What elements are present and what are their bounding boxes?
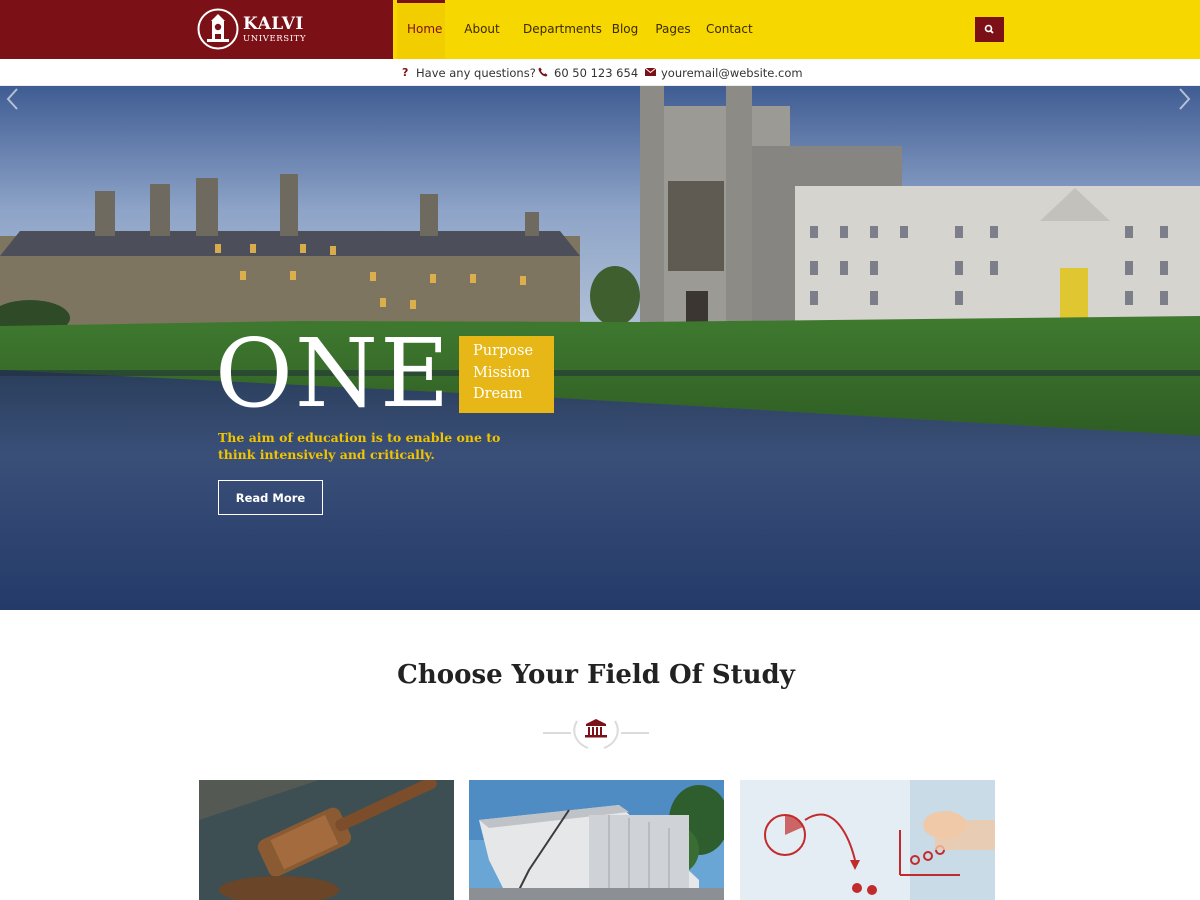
hero-headline: ONE (215, 319, 452, 429)
email-address[interactable]: youremail@website.com (661, 59, 803, 86)
study-card-architecture[interactable] (469, 780, 724, 900)
section-title: Choose Your Field Of Study (397, 660, 795, 690)
nav-about-us[interactable]: About Us (456, 0, 508, 95)
nav-contact[interactable]: Contact (706, 0, 753, 59)
chart-drawing-photo (740, 780, 995, 900)
search-button[interactable] (975, 17, 1004, 42)
contact-info-bar: ? Have any questions? 60 50 123 654 your… (0, 59, 1200, 86)
hero-value-purpose: Purpose (473, 343, 534, 359)
hero-value-mission: Mission (473, 364, 531, 381)
hero-slider: ONE Purpose Mission Dream The aim of edu… (0, 86, 1200, 610)
modern-building-photo (469, 780, 724, 900)
phone-number[interactable]: 60 50 123 654 (554, 59, 638, 86)
site-header: KALVI UNIVERSITY Home About Us Departmen… (0, 0, 1200, 95)
hero-values-box: Purpose Mission Dream (459, 336, 554, 413)
hero-tagline: The aim of education is to enable one to… (218, 430, 501, 462)
nav-home[interactable]: Home (397, 0, 445, 59)
nav-blog[interactable]: Blog (610, 0, 640, 59)
study-card-law[interactable] (199, 780, 454, 900)
brand-name: KALVI (243, 14, 304, 34)
main-navigation (393, 0, 1200, 59)
search-icon (984, 24, 994, 34)
phone-icon (538, 67, 548, 77)
read-more-button[interactable]: Read More (218, 480, 323, 515)
question-icon: ? (402, 66, 409, 79)
campus-photo (0, 86, 1200, 610)
brand-subtitle: UNIVERSITY (243, 34, 307, 44)
gavel-photo (199, 780, 454, 900)
chevron-left-icon[interactable] (4, 86, 22, 112)
nav-pages[interactable]: Pages (655, 0, 691, 59)
study-card-business[interactable] (740, 780, 995, 900)
hero-value-dream: Dream (473, 386, 523, 402)
clock-tower-icon (197, 8, 239, 50)
institution-icon (543, 719, 649, 749)
questions-text: Have any questions? (416, 66, 536, 80)
chevron-right-icon[interactable] (1175, 86, 1193, 112)
nav-departments[interactable]: Departments (523, 0, 602, 59)
envelope-icon (645, 68, 656, 76)
brand-block[interactable]: KALVI UNIVERSITY (0, 0, 393, 59)
